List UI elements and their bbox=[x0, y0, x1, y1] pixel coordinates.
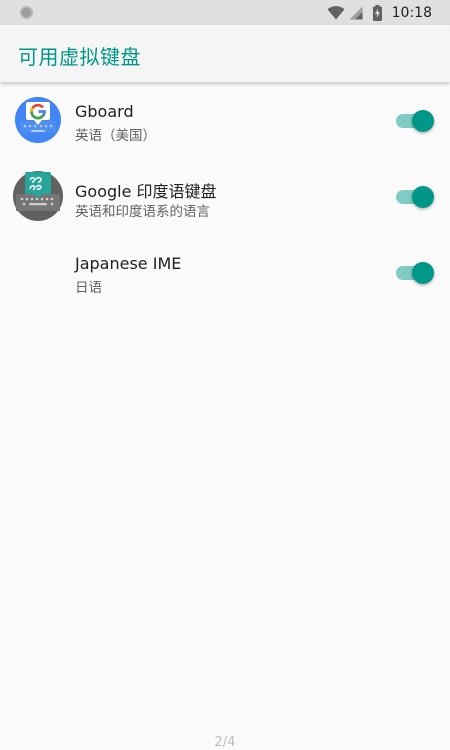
keyboard-subtitle: 英语和印度语系的语言 bbox=[75, 204, 210, 220]
gboard-toggle[interactable] bbox=[396, 110, 434, 132]
indic-keyboard-icon bbox=[13, 171, 63, 221]
indic-keyboard-toggle[interactable] bbox=[396, 186, 434, 208]
toggle-thumb bbox=[412, 110, 434, 132]
list-item-gboard[interactable]: Gboard 英语（美国） bbox=[0, 82, 450, 158]
keyboard-title: Gboard bbox=[75, 102, 134, 121]
page-title: 可用虚拟键盘 bbox=[18, 45, 141, 69]
keyboard-subtitle: 英语（美国） bbox=[75, 128, 156, 144]
keyboard-title: Google 印度语键盘 bbox=[75, 182, 217, 201]
keyboard-subtitle: 日语 bbox=[75, 280, 102, 296]
gboard-icon bbox=[14, 96, 62, 144]
status-icons: 10:18 bbox=[327, 0, 432, 25]
notification-dot-icon bbox=[20, 6, 33, 19]
app-bar: 可用虚拟键盘 bbox=[0, 25, 450, 82]
list-item-japanese-ime[interactable]: Japanese IME 日语 bbox=[0, 234, 450, 310]
toggle-thumb bbox=[412, 186, 434, 208]
japanese-ime-toggle[interactable] bbox=[396, 262, 434, 284]
wifi-icon bbox=[327, 5, 345, 20]
status-time: 10:18 bbox=[391, 4, 432, 21]
cell-signal-icon bbox=[349, 6, 363, 20]
page-indicator: 2/4 bbox=[214, 735, 236, 750]
status-bar: 10:18 bbox=[0, 0, 450, 25]
screen: 10:18 可用虚拟键盘 Gboard 英语（美国） Google 印度语键盘 … bbox=[0, 0, 450, 750]
list-item-indic-keyboard[interactable]: Google 印度语键盘 英语和印度语系的语言 bbox=[0, 158, 450, 234]
keyboard-list: Gboard 英语（美国） Google 印度语键盘 英语和印度语系的语言 Ja… bbox=[0, 82, 450, 310]
toggle-thumb bbox=[412, 262, 434, 284]
battery-charging-icon bbox=[372, 4, 382, 21]
keyboard-title: Japanese IME bbox=[75, 254, 182, 273]
